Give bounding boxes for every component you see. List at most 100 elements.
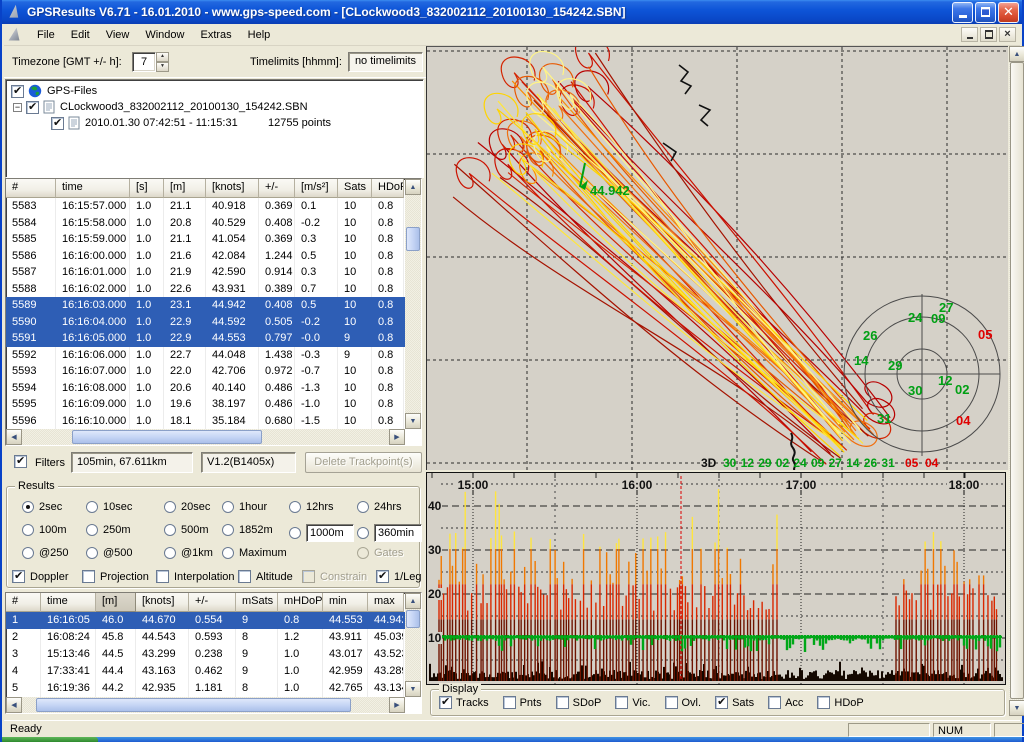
tree-session-row[interactable]: 2010.01.30 07:42:51 - 11:15:31 12755 poi… <box>6 115 423 131</box>
scroll-right-icon[interactable]: ▶ <box>389 697 405 713</box>
checkbox-icon[interactable] <box>715 696 728 709</box>
radio-maximum[interactable]: Maximum <box>222 547 287 559</box>
spinner-up-icon[interactable]: ▲ <box>156 52 169 62</box>
windows-taskbar[interactable] <box>2 737 1022 742</box>
radio-icon[interactable] <box>222 547 234 559</box>
column-header[interactable]: time <box>41 593 96 612</box>
menu-item-file[interactable]: File <box>29 26 63 44</box>
column-header[interactable]: [knots] <box>136 593 189 612</box>
table-row[interactable]: 559616:16:10.0001.018.135.1840.680-1.510… <box>6 413 421 430</box>
radio-icon[interactable] <box>222 501 234 513</box>
radio-20sec[interactable]: 20sec <box>164 501 210 513</box>
radio-icon[interactable] <box>86 501 98 513</box>
results-vscroll-thumb[interactable] <box>406 610 420 628</box>
root-checkbox[interactable] <box>11 85 24 98</box>
timezone-spinner[interactable]: 7 ▲ ▼ <box>132 52 169 72</box>
checkbox-icon[interactable] <box>376 570 389 583</box>
radio-1852m[interactable]: 1852m <box>222 524 273 536</box>
column-header[interactable]: mHDoP <box>278 593 323 612</box>
table-row[interactable]: 559516:16:09.0001.019.638.1970.486-1.010… <box>6 396 421 413</box>
column-header[interactable]: max <box>368 593 404 612</box>
table-row[interactable]: 516:19:3644.242.9351.18181.042.76543.134 <box>6 680 421 697</box>
radio-100m[interactable]: 100m <box>22 524 67 536</box>
menu-item-view[interactable]: View <box>98 26 138 44</box>
map-vscroll-thumb[interactable] <box>1010 62 1024 699</box>
checkbox-icon[interactable] <box>302 570 315 583</box>
column-header[interactable]: Sats <box>338 179 372 198</box>
table-row[interactable]: 417:33:4144.443.1630.46291.042.95943.289 <box>6 663 421 680</box>
filters-checkbox[interactable] <box>14 455 27 468</box>
checkbox-icon[interactable] <box>768 696 781 709</box>
table-row[interactable]: 559416:16:08.0001.020.640.1400.486-1.310… <box>6 380 421 397</box>
checkbox-icon[interactable] <box>156 570 169 583</box>
tree-root-label[interactable]: GPS-Files <box>47 85 97 97</box>
trackpoint-hscroll-thumb[interactable] <box>72 430 262 444</box>
map-vscrollbar[interactable]: ▲ ▼ <box>1009 46 1024 716</box>
scroll-down-icon[interactable]: ▼ <box>405 681 421 697</box>
menu-item-window[interactable]: Window <box>137 26 192 44</box>
display-checkbox-hdop[interactable]: HDoP <box>817 696 863 709</box>
table-row[interactable]: 558816:16:02.0001.022.643.9310.3890.7100… <box>6 281 421 298</box>
timelimits-field[interactable]: no timelimits <box>348 52 423 72</box>
trackpoint-vscroll-thumb[interactable] <box>406 227 420 251</box>
table-row[interactable]: 558616:16:00.0001.021.642.0841.2440.5100… <box>6 248 421 265</box>
radio-icon[interactable] <box>289 501 301 513</box>
checkbox-icon[interactable] <box>439 696 452 709</box>
radio-icon[interactable] <box>164 501 176 513</box>
menu-item-help[interactable]: Help <box>240 26 279 44</box>
radio-10sec[interactable]: 10sec <box>86 501 132 513</box>
radio-icon[interactable] <box>289 527 301 539</box>
minimize-button[interactable] <box>952 2 973 23</box>
start-button-edge[interactable] <box>2 737 98 742</box>
mdi-restore-button[interactable] <box>980 27 997 42</box>
radio-icon[interactable] <box>22 524 34 536</box>
radio-500[interactable]: @500 <box>86 547 133 559</box>
scroll-right-icon[interactable]: ▶ <box>389 429 405 445</box>
radio-1hour[interactable]: 1hour <box>222 501 267 513</box>
file-checkbox[interactable] <box>26 101 39 114</box>
table-row[interactable]: 315:13:4644.543.2990.23891.043.01743.523 <box>6 646 421 663</box>
column-header[interactable]: # <box>6 593 41 612</box>
column-header[interactable]: time <box>56 179 130 198</box>
display-checkbox-acc[interactable]: Acc <box>768 696 803 709</box>
display-checkbox-sats[interactable]: Sats <box>715 696 754 709</box>
display-checkbox-vic[interactable]: Vic. <box>615 696 650 709</box>
table-row[interactable]: 116:16:0546.044.6700.55490.844.55344.942 <box>6 612 421 629</box>
radio-250m[interactable]: 250m <box>86 524 131 536</box>
column-header[interactable]: [m] <box>164 179 206 198</box>
radio-2sec[interactable]: 2sec <box>22 501 62 513</box>
column-header[interactable]: [m] <box>96 593 136 612</box>
radio-gates[interactable]: Gates <box>357 547 403 559</box>
scroll-left-icon[interactable]: ◀ <box>6 429 22 445</box>
column-header[interactable]: [s] <box>130 179 164 198</box>
table-row[interactable]: 559116:16:05.0001.022.944.5530.797-0.090… <box>6 330 421 347</box>
radio-icon[interactable] <box>222 524 234 536</box>
checkbox-icon[interactable] <box>503 696 516 709</box>
column-header[interactable]: +/- <box>259 179 295 198</box>
delete-trackpoints-button[interactable]: Delete Trackpoint(s) <box>305 452 422 473</box>
column-header[interactable]: # <box>6 179 56 198</box>
radio-500m[interactable]: 500m <box>164 524 209 536</box>
scroll-down-icon[interactable]: ▼ <box>405 413 421 429</box>
radio-icon[interactable] <box>357 501 369 513</box>
radio-icon[interactable] <box>357 527 369 539</box>
radio-icon[interactable] <box>22 547 34 559</box>
scroll-down-icon[interactable]: ▼ <box>1009 700 1024 716</box>
menu-item-edit[interactable]: Edit <box>63 26 98 44</box>
column-header[interactable]: +/- <box>189 593 236 612</box>
mdi-close-button[interactable]: × <box>999 27 1016 42</box>
table-row[interactable]: 559016:16:04.0001.022.944.5920.505-0.210… <box>6 314 421 331</box>
radio-icon[interactable] <box>164 547 176 559</box>
menu-item-extras[interactable]: Extras <box>192 26 239 44</box>
checkbox-icon[interactable] <box>238 570 251 583</box>
radio-12hrs[interactable]: 12hrs <box>289 501 334 513</box>
session-checkbox[interactable] <box>51 117 64 130</box>
table-row[interactable]: 558916:16:03.0001.023.144.9420.4080.5100… <box>6 297 421 314</box>
trackpoint-vscrollbar[interactable] <box>405 179 421 429</box>
radio-1000m[interactable]: 1000m <box>289 524 354 542</box>
scroll-up-icon[interactable]: ▲ <box>405 179 421 195</box>
checkbox-icon[interactable] <box>12 570 25 583</box>
table-row[interactable]: 558516:15:59.0001.021.141.0540.3690.3100… <box>6 231 421 248</box>
radio-icon[interactable] <box>86 524 98 536</box>
column-header[interactable]: [knots] <box>206 179 259 198</box>
